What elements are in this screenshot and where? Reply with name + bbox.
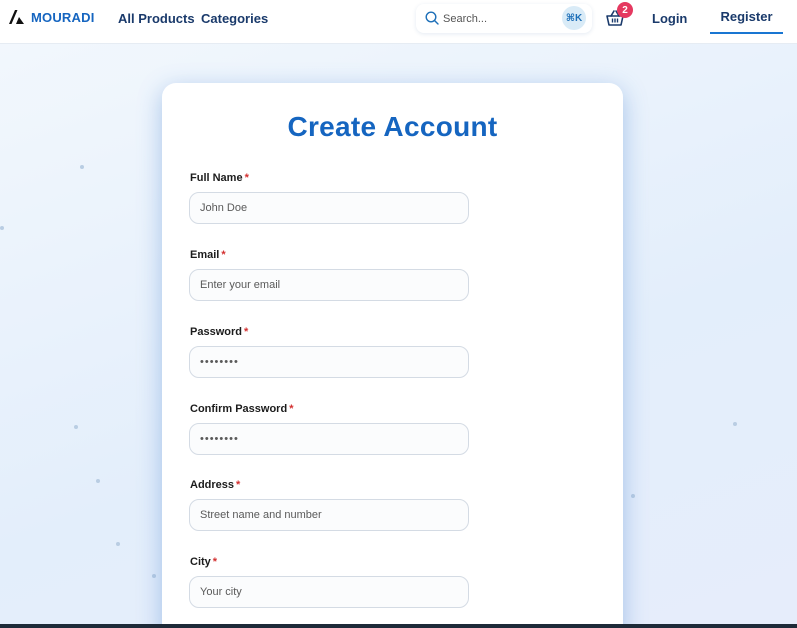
password-field[interactable]: [189, 346, 469, 378]
background-dot: [74, 425, 78, 429]
required-marker: *: [289, 403, 294, 415]
top-navbar: MOURADI All Products Categories ⌘K 2 Log…: [0, 0, 797, 44]
required-marker: *: [244, 172, 249, 184]
search-shortcut-badge: ⌘K: [562, 6, 586, 30]
background-dot: [80, 165, 84, 169]
search-box[interactable]: ⌘K: [416, 4, 592, 33]
required-marker: *: [243, 326, 249, 338]
register-link[interactable]: Register: [710, 0, 783, 34]
address-field[interactable]: [189, 499, 469, 531]
nav-categories[interactable]: Categories: [201, 11, 268, 26]
register-card: Create Account Full Name* Email* Passwor…: [162, 83, 623, 628]
email-label: Email *: [190, 249, 226, 261]
password-label: Password *: [190, 326, 249, 338]
background-dot: [733, 422, 737, 426]
background-dot: [96, 479, 100, 483]
page-title: Create Account: [287, 111, 498, 142]
cart-count-badge: 2: [617, 2, 633, 18]
city-field[interactable]: [189, 576, 469, 608]
logo[interactable]: MOURADI: [8, 9, 95, 25]
login-link[interactable]: Login: [652, 11, 687, 26]
nav-all-products[interactable]: All Products: [118, 11, 195, 26]
bottom-edge-bar: [0, 624, 797, 628]
email-field[interactable]: [189, 269, 469, 301]
full-name-field[interactable]: [189, 192, 469, 224]
background-dot: [631, 494, 635, 498]
search-input[interactable]: [443, 10, 553, 27]
confirm-password-label: Confirm Password *: [190, 403, 294, 415]
required-marker: *: [212, 556, 218, 568]
background-dot: [152, 574, 156, 578]
logo-icon: [9, 10, 24, 24]
background-dot: [116, 542, 120, 546]
address-label: Address *: [190, 479, 241, 491]
required-marker: *: [236, 479, 241, 491]
required-marker: *: [221, 249, 226, 261]
full-name-label: Full Name *: [190, 172, 249, 184]
search-icon: [425, 11, 439, 25]
background-dot: [0, 226, 4, 230]
confirm-password-field[interactable]: [189, 423, 469, 455]
city-label: City *: [190, 556, 218, 568]
brand-name: MOURADI: [31, 9, 95, 25]
